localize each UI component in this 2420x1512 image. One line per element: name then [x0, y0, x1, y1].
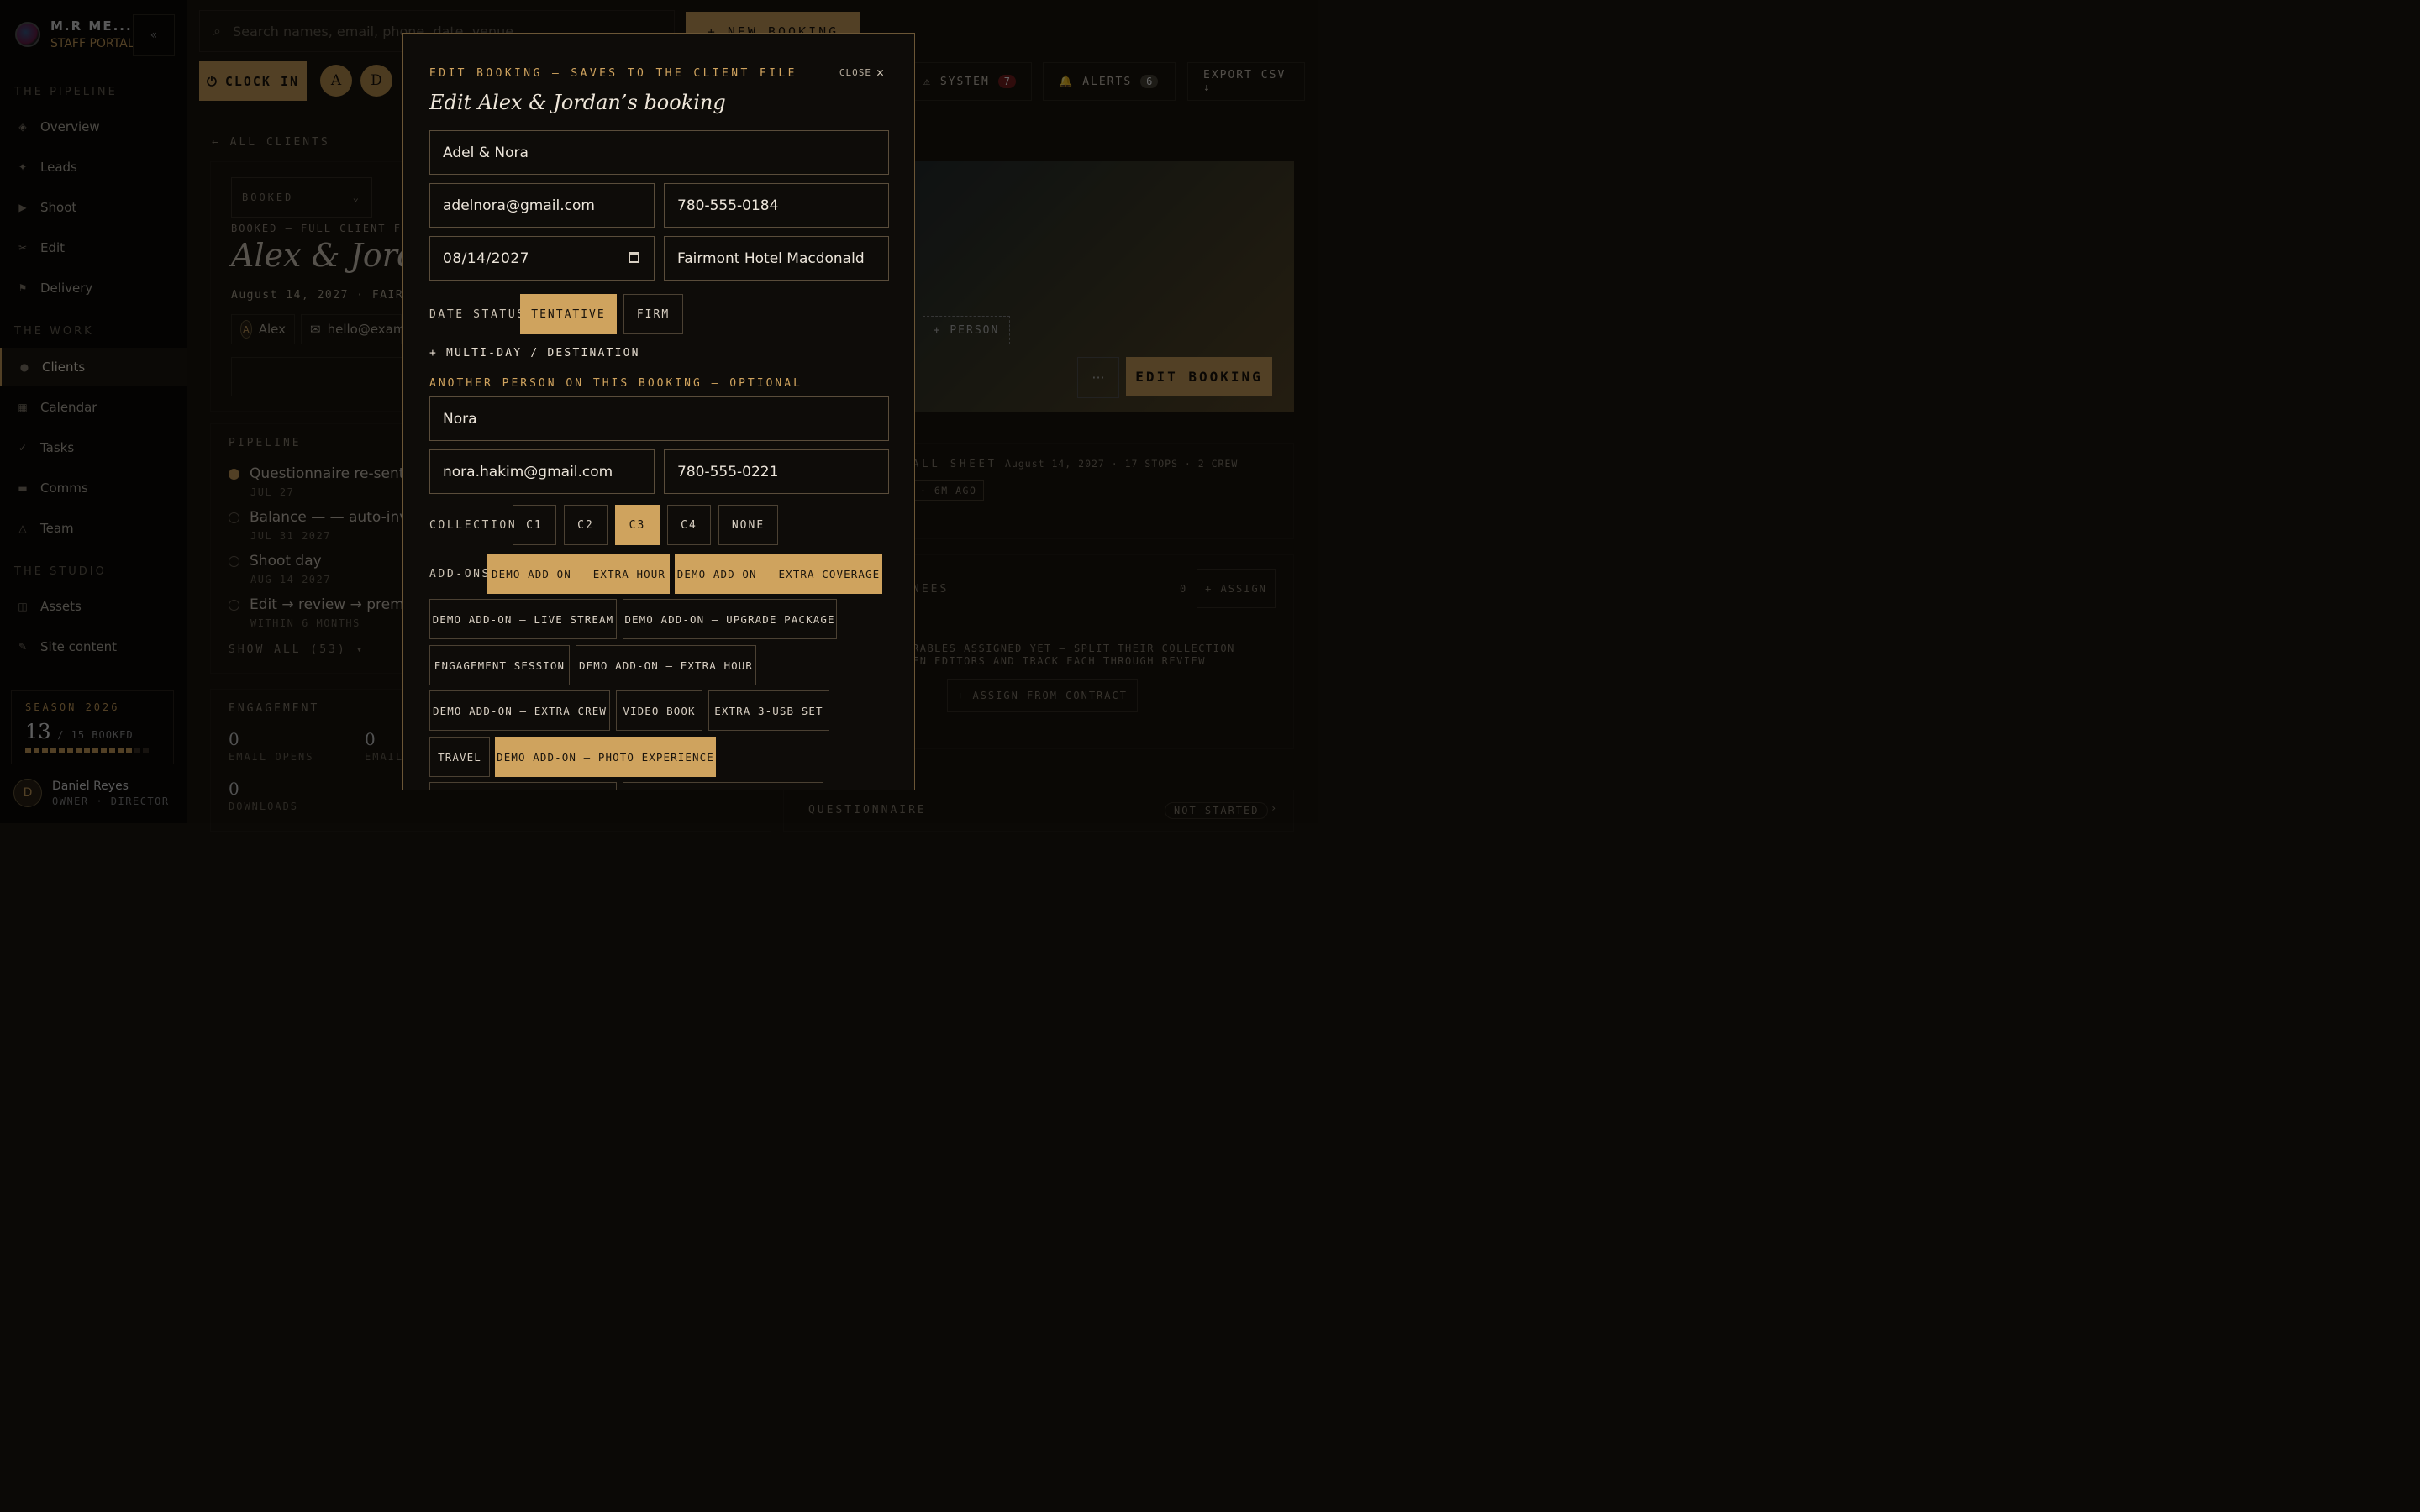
calendar-icon[interactable]	[629, 252, 639, 263]
collection-label: COLLECTION	[429, 519, 518, 532]
modal-kicker: EDIT BOOKING — SAVES TO THE CLIENT FILE	[429, 67, 797, 80]
addon-option[interactable]: DEMO ADD-ON — LIVE STREAM	[429, 599, 617, 639]
another-person-label: ANOTHER PERSON ON THIS BOOKING — OPTIONA…	[429, 377, 802, 390]
phone-field[interactable]: 780-555-0184	[664, 183, 889, 228]
collection-option-c4[interactable]: C4	[667, 505, 711, 545]
add-ons-label: ADD-ONS	[429, 568, 491, 580]
addon-option[interactable]: EXTRA 3-USB SET	[708, 690, 829, 731]
modal-title: Edit Alex & Jordan’s booking	[429, 91, 726, 114]
date-field[interactable]: 08/14/2027	[429, 236, 655, 281]
edit-booking-modal: EDIT BOOKING — SAVES TO THE CLIENT FILE …	[402, 33, 915, 790]
second-name-field[interactable]: Nora	[429, 396, 889, 441]
close-button[interactable]: CLOSE ✕	[839, 65, 885, 80]
addon-option[interactable]: DEMO ADD-ON — EXTRA HOUR	[487, 554, 670, 594]
date-status-label: DATE STATUS	[429, 308, 526, 321]
collection-option-c1[interactable]: C1	[513, 505, 556, 545]
close-icon: ✕	[876, 65, 885, 80]
addon-option[interactable]: DEMO ADD-ON — EXTRA COVERAGE	[675, 554, 882, 594]
venue-field[interactable]: Fairmont Hotel Macdonald	[664, 236, 889, 281]
addon-option[interactable]: VIDEO BOOK	[616, 690, 702, 731]
addon-option[interactable]: DEMO ADD-ON — EXTRA CREW	[429, 690, 610, 731]
addon-option[interactable]: DEMO ADD-ON — PHOTO EXPERIENCE	[495, 737, 716, 777]
collection-option-none[interactable]: NONE	[718, 505, 778, 545]
date-status-firm[interactable]: FIRM	[623, 294, 683, 334]
second-email-field[interactable]: nora.hakim@gmail.com	[429, 449, 655, 494]
collection-option-c3[interactable]: C3	[615, 505, 660, 545]
addon-option[interactable]: DEMO ADD-ON — EXTRA HOUR	[576, 645, 756, 685]
email-field[interactable]: adelnora@gmail.com	[429, 183, 655, 228]
close-label: CLOSE	[839, 67, 871, 78]
multi-day-toggle[interactable]: + MULTI-DAY / DESTINATION	[429, 347, 640, 360]
date-value: 08/14/2027	[443, 249, 529, 267]
second-phone-field[interactable]: 780-555-0221	[664, 449, 889, 494]
addon-option[interactable]	[429, 782, 617, 790]
collection-option-c2[interactable]: C2	[564, 505, 608, 545]
addon-option[interactable]	[623, 782, 823, 790]
names-field[interactable]: Adel & Nora	[429, 130, 889, 175]
addon-option[interactable]: DEMO ADD-ON — UPGRADE PACKAGE	[623, 599, 837, 639]
addon-option[interactable]: TRAVEL	[429, 737, 490, 777]
date-status-tentative[interactable]: TENTATIVE	[520, 294, 617, 334]
addon-option[interactable]: ENGAGEMENT SESSION	[429, 645, 570, 685]
